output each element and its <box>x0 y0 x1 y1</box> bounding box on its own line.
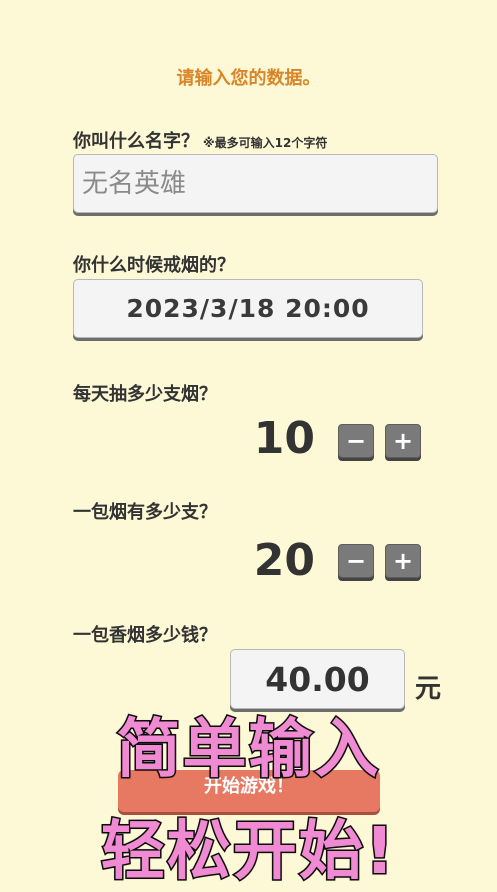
daily-minus-button[interactable]: − <box>338 424 374 458</box>
quit-time-question: 你什么时候戒烟的？ <box>73 255 235 276</box>
promo-caption-line1: 简单输入 <box>115 712 381 789</box>
name-question-label: 你叫什么名字？ <box>73 131 199 152</box>
pack-plus-button[interactable]: + <box>385 544 421 578</box>
name-input[interactable] <box>74 155 437 212</box>
promo-caption-line2: 轻松开始! <box>99 814 397 891</box>
pack-minus-button[interactable]: − <box>338 544 374 578</box>
page-title: 请输入您的数据。 <box>176 68 321 89</box>
name-limit-note: ※最多可输入12个字符 <box>203 136 328 150</box>
name-field-box[interactable] <box>73 154 438 213</box>
pack-question: 一包烟有多少支？ <box>73 502 217 523</box>
quit-datetime-field[interactable]: 2023/3/18 20:00 <box>73 279 423 338</box>
daily-count-value: 10 <box>253 413 315 464</box>
pack-count-value: 20 <box>253 535 315 586</box>
daily-plus-button[interactable]: + <box>385 424 421 458</box>
name-question: 你叫什么名字？ ※最多可输入12个字符 <box>73 127 327 153</box>
price-question: 一包香烟多少钱？ <box>73 625 217 646</box>
daily-question: 每天抽多少支烟？ <box>73 384 217 405</box>
